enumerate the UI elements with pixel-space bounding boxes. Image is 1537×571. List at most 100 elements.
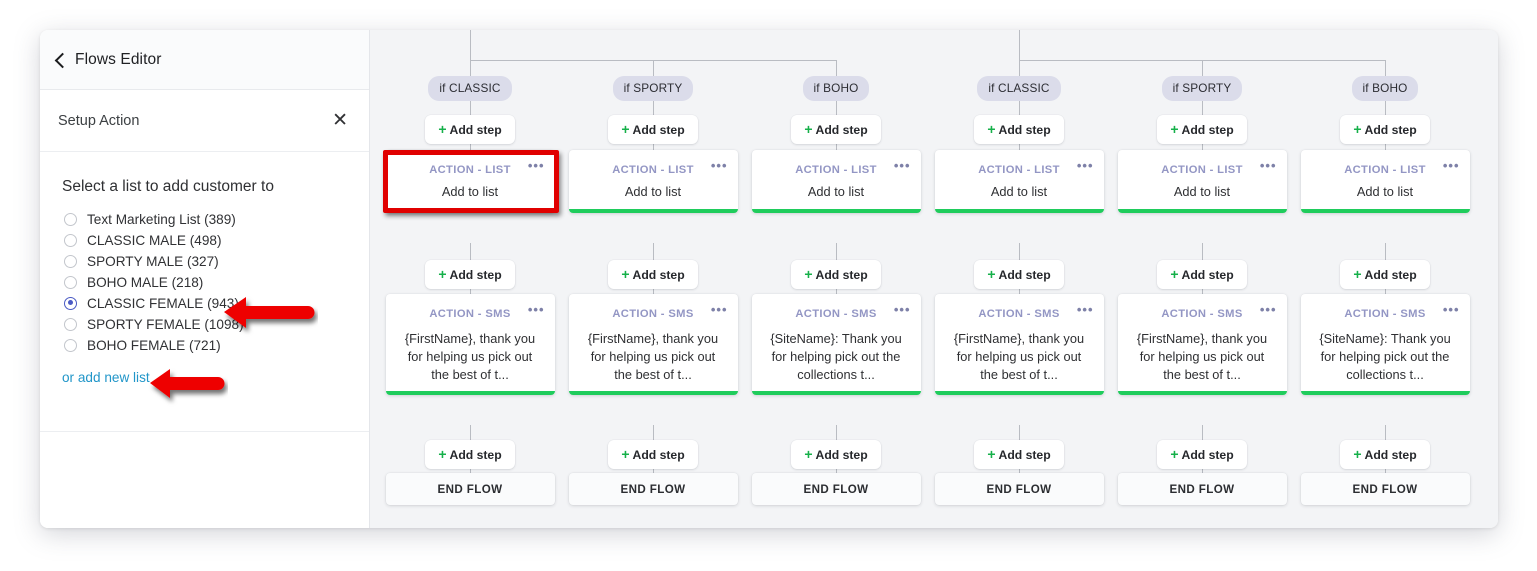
branch-condition-pill[interactable]: if BOHO [802,76,870,101]
setup-action-header: Setup Action ✕ [40,90,369,152]
card-complete-indicator [751,209,921,213]
list-option-row[interactable]: CLASSIC MALE (498) [62,230,349,250]
action-list-card[interactable]: ACTION - LIST ••• Add to list [568,150,738,213]
action-list-card[interactable]: ACTION - LIST ••• Add to list [751,150,921,213]
end-flow-node[interactable]: END FLOW [1300,473,1470,505]
list-option-label: SPORTY FEMALE (1098) [87,316,244,332]
card-more-options-icon[interactable]: ••• [1443,159,1460,172]
end-flow-node[interactable]: END FLOW [1117,473,1287,505]
radio-button[interactable] [64,275,77,289]
branch-condition-pill[interactable]: if BOHO [1351,76,1419,101]
plus-icon: + [987,446,996,462]
list-option-row[interactable]: SPORTY FEMALE (1098) [62,314,349,334]
radio-button[interactable] [64,296,77,310]
back-label: Flows Editor [75,50,162,68]
add-step-label: Add step [815,448,868,462]
add-new-list-link[interactable]: or add new list [62,370,150,385]
flow-canvas[interactable]: if CLASSIC + Add step + Add step + Add step ACT… [370,30,1498,528]
branch-condition-pill[interactable]: if CLASSIC [428,76,512,101]
card-more-options-icon[interactable]: ••• [894,303,911,316]
list-option-row[interactable]: SPORTY MALE (327) [62,251,349,271]
card-more-options-icon[interactable]: ••• [1077,159,1094,172]
card-complete-indicator [751,391,921,395]
card-complete-indicator [934,209,1104,213]
add-step-button[interactable]: + Add step [608,260,698,289]
end-flow-node[interactable]: END FLOW [385,473,555,505]
branch-condition-pill[interactable]: if SPORTY [612,76,694,101]
back-to-flows-editor-button[interactable]: Flows Editor [40,30,369,90]
action-list-card[interactable]: ACTION - LIST ••• Add to list [1117,150,1287,213]
action-sms-card[interactable]: ACTION - SMS ••• {FirstName}, thank you fo… [1117,294,1287,395]
action-list-card[interactable]: ACTION - LIST ••• Add to list [1300,150,1470,213]
end-flow-node[interactable]: END FLOW [751,473,921,505]
card-more-options-icon[interactable]: ••• [711,159,728,172]
tree-stem [1019,30,1020,61]
action-sms-card[interactable]: ACTION - SMS ••• {FirstName}, thank you fo… [934,294,1104,395]
card-complete-indicator [385,391,555,395]
connector-vertical [836,425,837,441]
radio-button[interactable] [64,233,77,247]
card-more-options-icon[interactable]: ••• [1077,303,1094,316]
radio-button[interactable] [64,212,77,226]
close-icon[interactable]: ✕ [329,109,351,132]
action-sms-card[interactable]: ACTION - SMS ••• {FirstName}, thank you fo… [385,294,555,395]
card-more-options-icon[interactable]: ••• [1260,303,1277,316]
list-radio-group[interactable]: Text Marketing List (389) CLASSIC MALE (4… [62,209,349,355]
add-step-button[interactable]: + Add step [1340,260,1430,289]
card-more-options-icon[interactable]: ••• [711,303,728,316]
add-step-button[interactable]: + Add step [791,260,881,289]
action-sms-card[interactable]: ACTION - SMS ••• {FirstName}, thank you fo… [568,294,738,395]
add-step-label: Add step [998,448,1051,462]
add-step-label: Add step [998,123,1051,137]
add-step-button[interactable]: + Add step [1157,115,1247,144]
card-body-text: Add to list [1356,184,1414,199]
add-step-button[interactable]: + Add step [791,440,881,469]
list-option-row[interactable]: BOHO MALE (218) [62,272,349,292]
list-option-row[interactable]: BOHO FEMALE (721) [62,335,349,355]
radio-button[interactable] [64,254,77,268]
add-step-button[interactable]: + Add step [791,115,881,144]
end-flow-node[interactable]: END FLOW [568,473,738,505]
add-step-button[interactable]: + Add step [608,115,698,144]
card-complete-indicator [1300,391,1470,395]
plus-icon: + [804,266,813,282]
plus-icon: + [621,266,630,282]
add-step-button[interactable]: + Add step [425,115,515,144]
add-step-label: Add step [449,123,502,137]
plus-icon: + [621,446,630,462]
add-step-button[interactable]: + Add step [425,260,515,289]
card-more-options-icon[interactable]: ••• [528,303,545,316]
card-more-options-icon[interactable]: ••• [894,159,911,172]
action-list-card[interactable]: ACTION - LIST ••• Add to list [385,150,555,213]
branch-condition-pill[interactable]: if SPORTY [1161,76,1243,101]
card-complete-indicator [1117,391,1287,395]
end-flow-node[interactable]: END FLOW [934,473,1104,505]
card-body-text: Add to list [624,184,682,199]
action-list-card[interactable]: ACTION - LIST ••• Add to list [934,150,1104,213]
add-step-button[interactable]: + Add step [1157,260,1247,289]
add-step-button[interactable]: + Add step [1340,115,1430,144]
list-option-row[interactable]: Text Marketing List (389) [62,209,349,229]
radio-button[interactable] [64,317,77,331]
radio-button[interactable] [64,338,77,352]
list-option-row[interactable]: CLASSIC FEMALE (943) [62,293,349,313]
card-more-options-icon[interactable]: ••• [1260,159,1277,172]
add-step-button[interactable]: + Add step [974,260,1064,289]
card-more-options-icon[interactable]: ••• [528,159,545,172]
add-step-button[interactable]: + Add step [608,440,698,469]
card-body-text: Add to list [441,184,499,199]
card-body-text: {FirstName}, thank you for helping us pi… [1136,331,1268,382]
add-step-button[interactable]: + Add step [974,440,1064,469]
panel-title: Setup Action [58,112,140,129]
plus-icon: + [1170,266,1179,282]
add-step-button[interactable]: + Add step [425,440,515,469]
add-step-button[interactable]: + Add step [974,115,1064,144]
action-sms-card[interactable]: ACTION - SMS ••• {SiteName}: Thank you for… [1300,294,1470,395]
branch-condition-pill[interactable]: if CLASSIC [977,76,1061,101]
action-sms-card[interactable]: ACTION - SMS ••• {SiteName}: Thank you for… [751,294,921,395]
add-step-button[interactable]: + Add step [1157,440,1247,469]
card-more-options-icon[interactable]: ••• [1443,303,1460,316]
add-step-button[interactable]: + Add step [1340,440,1430,469]
plus-icon: + [438,121,447,137]
card-body-text: {SiteName}: Thank you for helping pick o… [770,331,902,382]
